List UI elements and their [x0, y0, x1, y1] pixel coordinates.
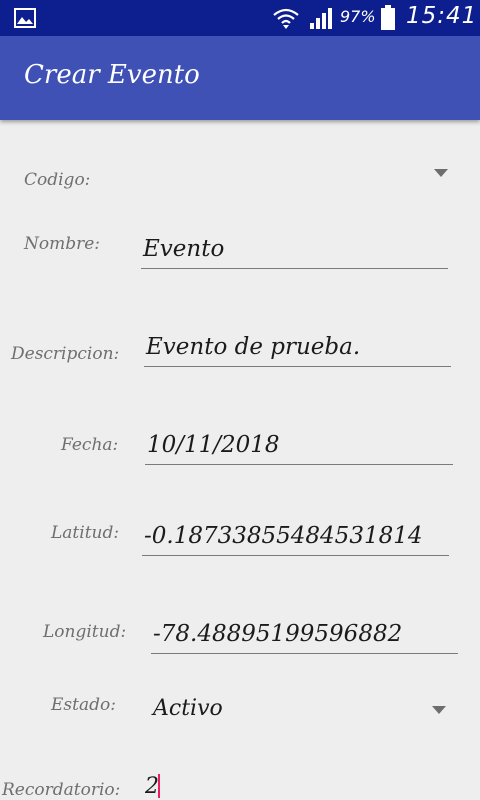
estado-label: Estado:: [51, 695, 116, 715]
longitud-value: -78.48895199596882: [153, 621, 403, 647]
estado-value: Activo: [153, 696, 223, 721]
fecha-value: 10/11/2018: [147, 432, 280, 458]
page-title: Crear Evento: [24, 60, 200, 90]
descripcion-value: Evento de prueba.: [146, 334, 361, 360]
nombre-field[interactable]: Evento: [141, 222, 448, 269]
app-bar: Crear Evento: [0, 36, 480, 120]
battery-icon: [381, 5, 395, 30]
fecha-field[interactable]: 10/11/2018: [145, 418, 453, 465]
clock: 15:41: [406, 3, 478, 29]
latitud-field[interactable]: -0.18733855484531814: [142, 508, 449, 556]
chevron-down-icon: [432, 706, 446, 714]
status-bar: 97% 15:41: [0, 0, 480, 36]
text-cursor: [158, 774, 160, 798]
codigo-spinner[interactable]: [140, 155, 460, 195]
gallery-icon: [14, 8, 36, 28]
recordatorio-label: Recordatorio:: [2, 780, 121, 800]
nombre-label: Nombre:: [24, 234, 101, 254]
recordatorio-field[interactable]: 2: [142, 772, 452, 800]
descripcion-label: Descripcion:: [11, 344, 120, 364]
longitud-label: Longitud:: [43, 622, 127, 642]
latitud-label: Latitud:: [51, 523, 120, 543]
chevron-down-icon: [434, 169, 448, 177]
nombre-value: Evento: [143, 236, 225, 262]
signal-icon: [310, 8, 332, 29]
estado-spinner[interactable]: Activo: [140, 690, 460, 734]
descripcion-field[interactable]: Evento de prueba.: [144, 320, 451, 367]
latitud-value: -0.18733855484531814: [144, 523, 423, 549]
recordatorio-value: 2: [145, 774, 159, 799]
fecha-label: Fecha:: [61, 435, 119, 455]
codigo-label: Codigo:: [24, 170, 91, 190]
wifi-icon: [273, 8, 299, 29]
longitud-field[interactable]: -78.48895199596882: [151, 606, 458, 654]
battery-percent: 97%: [340, 7, 376, 26]
